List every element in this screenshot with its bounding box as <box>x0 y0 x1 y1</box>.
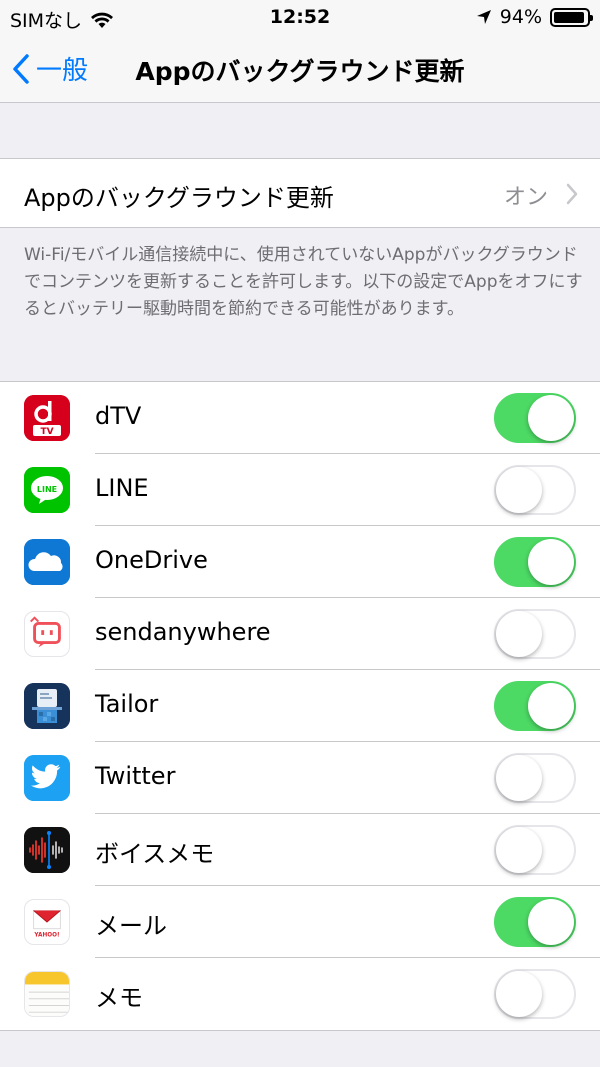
app-row-sendanywhere: sendanywhere <box>0 598 600 670</box>
tailor-icon <box>24 683 70 729</box>
sendanywhere-icon <box>24 611 70 657</box>
app-row-voice-memo: ボイスメモ <box>0 814 600 886</box>
line-icon: LINE <box>24 467 70 513</box>
yahoo-icon-text: YAHOO! <box>33 932 59 938</box>
toggle-knob <box>496 611 542 657</box>
app-name: LINE <box>95 474 149 502</box>
app-name: Twitter <box>95 762 176 790</box>
app-name: Tailor <box>95 690 159 718</box>
toggle-knob <box>528 539 574 585</box>
navigation-bar: 一般 Appのバックグラウンド更新 <box>0 34 600 103</box>
toggle-tailor[interactable] <box>494 681 576 731</box>
background-refresh-label: Appのバックグラウンド更新 <box>24 184 334 212</box>
toggle-notes[interactable] <box>494 969 576 1019</box>
toggle-twitter[interactable] <box>494 753 576 803</box>
notes-icon <box>24 971 70 1017</box>
toggle-knob <box>496 827 542 873</box>
section-footer-description: Wi-Fi/モバイル通信接続中に、使用されていないAppがバックグラウンドでコン… <box>24 245 583 319</box>
status-bar: SIMなし 12:52 94% <box>0 0 600 34</box>
toggle-knob <box>528 395 574 441</box>
app-row-onedrive: OneDrive <box>0 526 600 598</box>
status-right-group: 94% <box>476 6 593 28</box>
toggle-knob <box>496 971 542 1017</box>
app-row-line: LINE LINE <box>0 454 600 526</box>
yahoo-mail-icon: YAHOO! <box>24 899 70 945</box>
app-row-twitter: Twitter <box>0 742 600 814</box>
app-name: dTV <box>95 402 142 430</box>
dtv-icon-text: TV <box>40 427 53 437</box>
app-name: メール <box>95 912 167 940</box>
app-row-notes: メモ <box>0 958 600 1030</box>
toggle-mail[interactable] <box>494 897 576 947</box>
toggle-sendanywhere[interactable] <box>494 609 576 659</box>
chevron-right-icon <box>566 183 578 205</box>
line-icon-text: LINE <box>37 485 57 494</box>
twitter-icon <box>24 755 70 801</box>
background-refresh-value: オン <box>503 185 548 210</box>
toggle-dtv[interactable] <box>494 393 576 443</box>
toggle-knob <box>528 899 574 945</box>
app-name: sendanywhere <box>95 618 271 646</box>
battery-icon <box>550 7 593 27</box>
toggle-knob <box>496 467 542 513</box>
voice-memo-icon <box>24 827 70 873</box>
app-row-mail: YAHOO! メール <box>0 886 600 958</box>
background-refresh-setting-row[interactable]: Appのバックグラウンド更新 オン <box>0 158 600 228</box>
toggle-knob <box>496 755 542 801</box>
app-name: OneDrive <box>95 546 208 574</box>
toggle-knob <box>528 683 574 729</box>
app-row-tailor: Tailor <box>0 670 600 742</box>
dtv-icon: TV <box>24 395 70 441</box>
app-row-dtv: TV dTV <box>0 382 600 454</box>
app-name: メモ <box>95 984 143 1012</box>
page-title: Appのバックグラウンド更新 <box>135 57 465 86</box>
app-name: ボイスメモ <box>95 840 215 868</box>
battery-percent: 94% <box>499 6 542 28</box>
onedrive-icon <box>24 539 70 585</box>
toggle-onedrive[interactable] <box>494 537 576 587</box>
location-arrow-icon <box>476 10 491 24</box>
toggle-voice-memo[interactable] <box>494 825 576 875</box>
app-list: TV dTV LINE LINE OneDrive sendanywhere T… <box>0 381 600 1031</box>
toggle-line[interactable] <box>494 465 576 515</box>
